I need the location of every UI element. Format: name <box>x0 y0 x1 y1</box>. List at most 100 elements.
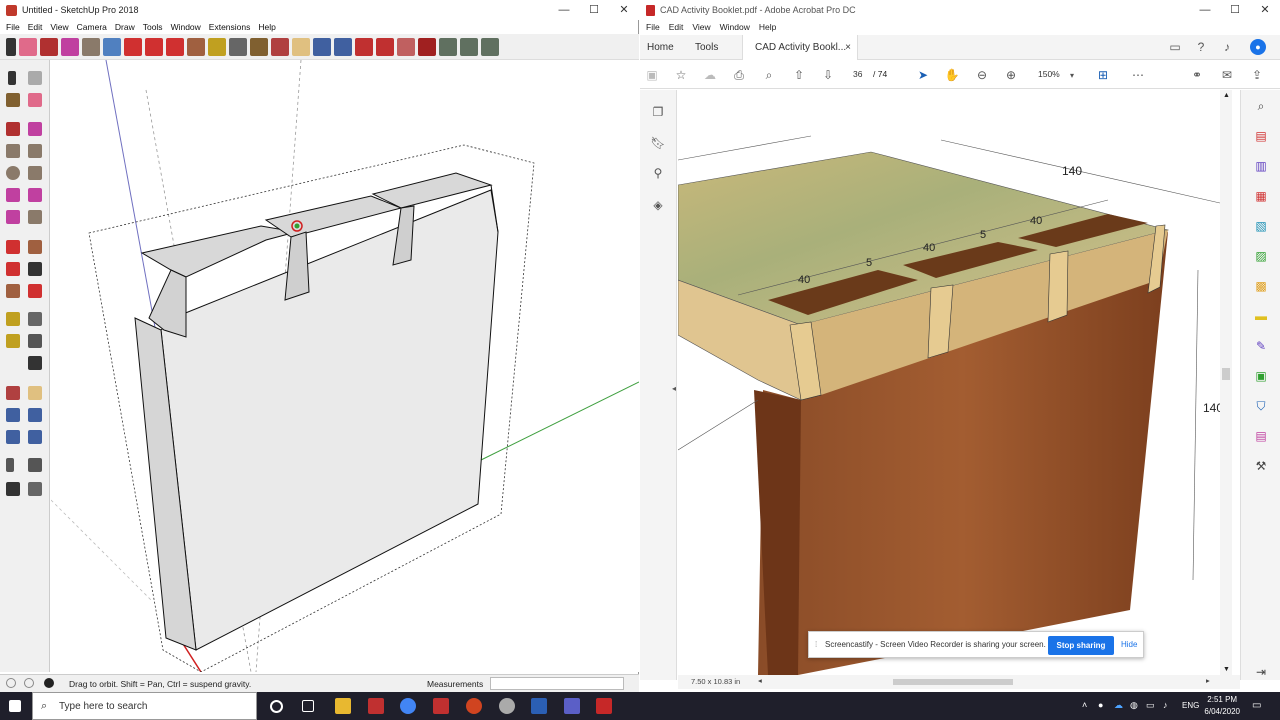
pie-icon[interactable] <box>28 210 42 224</box>
views-2-icon[interactable] <box>460 37 478 56</box>
minimize-button[interactable]: — <box>549 0 579 20</box>
menu-file[interactable]: File <box>646 22 660 32</box>
tray-overflow-icon[interactable]: ˄ <box>1082 700 1087 710</box>
help-icon[interactable]: ? <box>1193 39 1209 55</box>
layers-icon[interactable]: ◈ <box>650 197 666 213</box>
fit-page-icon[interactable]: ⊞ <box>1095 67 1111 83</box>
measurements-input[interactable] <box>490 677 624 690</box>
scale-tool-icon[interactable] <box>187 37 205 56</box>
horizontal-scroll-thumb[interactable] <box>893 679 1013 685</box>
arc-icon[interactable] <box>6 188 20 202</box>
tab-document[interactable]: CAD Activity Bookl... × <box>742 35 858 60</box>
scroll-right-icon[interactable]: ▸ <box>1206 676 1210 685</box>
teams-icon[interactable] <box>564 698 580 714</box>
tab-close-icon[interactable]: × <box>845 35 851 60</box>
tape-measure-icon[interactable] <box>208 37 226 56</box>
paint-bucket-icon[interactable] <box>250 37 268 56</box>
walk-icon[interactable] <box>6 482 20 496</box>
windows-start-icon[interactable] <box>9 700 21 712</box>
user-icon[interactable] <box>44 678 54 688</box>
combine-files-icon[interactable]: ▥ <box>1253 158 1269 174</box>
close-button[interactable]: ✕ <box>1250 0 1280 20</box>
minimize-button[interactable]: — <box>1190 0 1220 20</box>
link-icon[interactable]: ⚭ <box>1189 67 1205 83</box>
offset-icon[interactable] <box>28 284 42 298</box>
taskbar-search-box[interactable]: ⌕ Type here to search <box>32 692 257 720</box>
zoom-out-search-icon[interactable]: ⌕ <box>761 67 777 83</box>
zoom-dropdown-icon[interactable]: ▾ <box>1064 67 1080 83</box>
comment-icon[interactable]: ▭ <box>1167 39 1183 55</box>
protect-icon[interactable]: ⛉ <box>1253 398 1269 414</box>
menu-help[interactable]: Help <box>759 22 776 32</box>
credits-icon[interactable] <box>24 678 34 688</box>
pan-tool-icon[interactable] <box>292 37 310 56</box>
scroll-thumb[interactable] <box>1222 368 1230 380</box>
zoom-out-icon[interactable]: ⊖ <box>974 67 990 83</box>
select-tool-icon[interactable] <box>6 37 16 56</box>
scan-icon[interactable]: ▣ <box>1253 368 1269 384</box>
slot-1[interactable] <box>284 231 310 301</box>
sketchup-active-taskbar-icon[interactable] <box>433 698 449 714</box>
eraser-tool-icon[interactable] <box>19 37 37 56</box>
move-icon[interactable] <box>6 240 20 254</box>
views-icon[interactable] <box>439 37 457 56</box>
word-icon[interactable] <box>531 698 547 714</box>
menu-edit[interactable]: Edit <box>669 22 684 32</box>
arc3-icon[interactable] <box>6 210 20 224</box>
scroll-left-icon[interactable]: ◂ <box>758 676 762 685</box>
board-top-face[interactable] <box>140 225 297 278</box>
component-icon[interactable] <box>28 71 42 85</box>
bookmarks-icon[interactable]: 🔖︎ <box>650 135 666 151</box>
taskbar-clock[interactable]: 2:51 PM 6/04/2020 <box>1204 694 1240 718</box>
extension-warehouse-icon[interactable] <box>376 37 394 56</box>
orbit-tool-icon[interactable] <box>271 37 289 56</box>
look-around-icon[interactable] <box>28 458 42 472</box>
page-up-icon[interactable]: ⇧ <box>791 67 807 83</box>
print-icon[interactable]: ⎙ <box>731 67 747 83</box>
push-pull-tool-icon[interactable] <box>103 37 121 56</box>
language-indicator[interactable]: ENG <box>1182 701 1199 710</box>
maximize-button[interactable]: ☐ <box>1220 0 1250 20</box>
hide-button[interactable]: Hide <box>1121 640 1137 649</box>
tab-home[interactable]: Home <box>647 35 674 60</box>
onedrive-icon[interactable]: ☁ <box>1114 700 1123 711</box>
select-icon[interactable] <box>8 71 16 85</box>
shape-tool-icon[interactable] <box>82 37 100 56</box>
axes-icon[interactable] <box>28 356 42 370</box>
dimension-icon[interactable] <box>28 312 42 326</box>
sketchup-taskbar-icon[interactable] <box>368 698 384 714</box>
scroll-down-icon[interactable]: ▼ <box>1223 666 1230 673</box>
zoom-in-icon[interactable]: ⊕ <box>1003 67 1019 83</box>
comment-tool-icon[interactable]: ▬ <box>1253 308 1269 324</box>
zoom-tool-icon[interactable] <box>313 37 331 56</box>
orbit-icon[interactable] <box>6 386 20 400</box>
menu-camera[interactable]: Camera <box>77 22 107 32</box>
menu-window[interactable]: Window <box>720 22 750 32</box>
position-camera-icon[interactable] <box>6 458 14 472</box>
network-icon[interactable]: ▭ <box>1146 700 1155 711</box>
page-thumbnails-icon[interactable]: ❐ <box>650 104 666 120</box>
text-tool-icon[interactable] <box>229 37 247 56</box>
pan-icon[interactable] <box>28 386 42 400</box>
bookmark-star-icon[interactable]: ☆ <box>673 67 689 83</box>
ruby-icon[interactable] <box>418 37 436 56</box>
menu-help[interactable]: Help <box>258 22 275 32</box>
menu-view[interactable]: View <box>50 22 68 32</box>
select-cursor-icon[interactable]: ➤ <box>915 67 931 83</box>
rotated-rect-icon[interactable] <box>28 144 42 158</box>
move-tool-icon[interactable] <box>145 37 163 56</box>
export-pdf-icon[interactable]: ▧ <box>1253 218 1269 234</box>
menu-extensions[interactable]: Extensions <box>209 22 251 32</box>
menu-view[interactable]: View <box>692 22 710 32</box>
bell-icon[interactable]: ♪ <box>1219 39 1235 55</box>
save-icon[interactable]: ▣ <box>644 67 660 83</box>
arc2-icon[interactable] <box>28 188 42 202</box>
followme-icon[interactable] <box>28 262 42 276</box>
menu-window[interactable]: Window <box>171 22 201 32</box>
fill-sign-icon[interactable]: ▩ <box>1253 278 1269 294</box>
zoom-extents-icon[interactable] <box>6 430 20 444</box>
tab-tools[interactable]: Tools <box>695 35 718 60</box>
account-avatar[interactable]: ● <box>1250 39 1266 55</box>
sign-icon[interactable]: ✎ <box>1253 338 1269 354</box>
page-number-input[interactable]: 36 <box>853 69 862 79</box>
